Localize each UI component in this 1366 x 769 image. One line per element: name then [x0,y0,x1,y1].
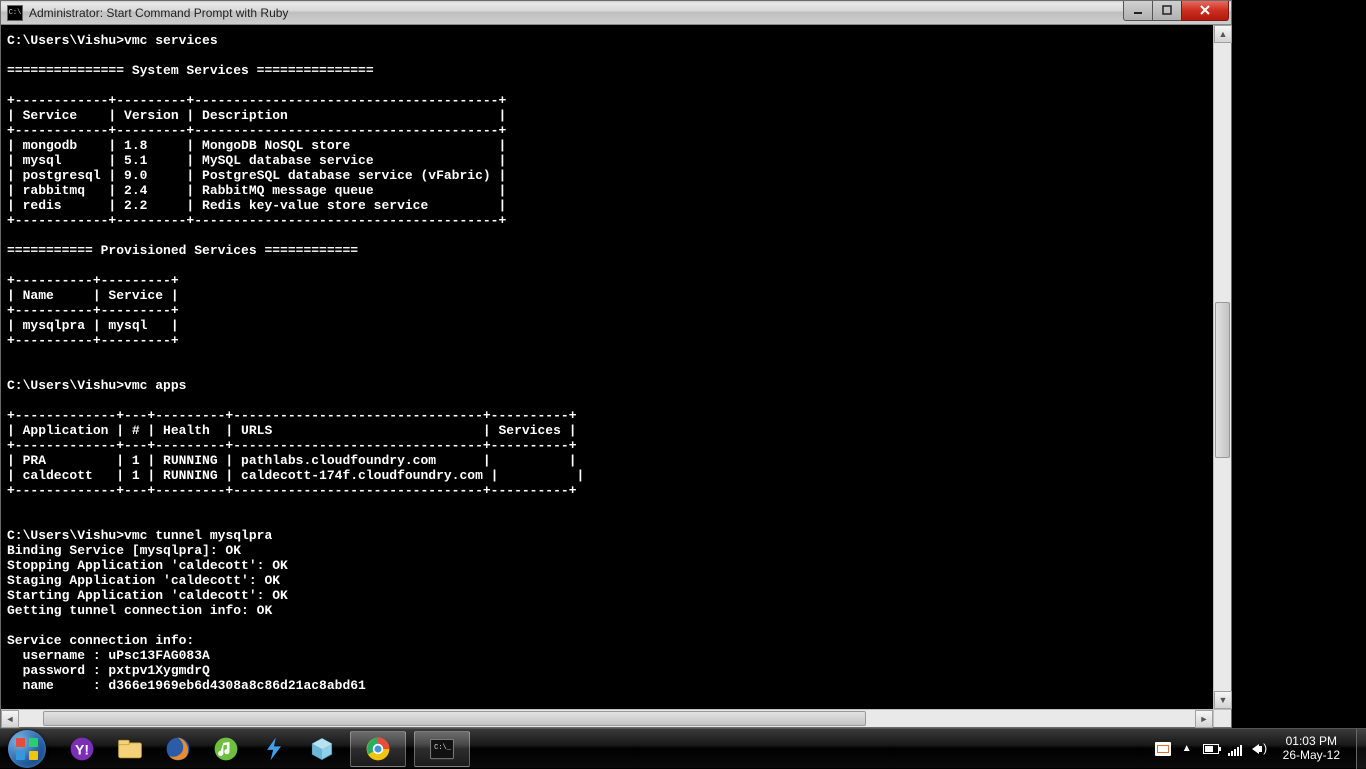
close-button[interactable] [1181,1,1229,21]
tray-clock[interactable]: 01:03 PM 26-May-12 [1275,735,1348,761]
taskbar-yahoo-icon[interactable]: Y! [62,731,102,767]
taskbar-cmd-icon[interactable]: C:\_ [414,731,470,767]
cmd-icon: C:\ [7,5,23,21]
scroll-up-button[interactable]: ▲ [1214,25,1232,43]
start-button[interactable] [0,730,54,768]
system-tray: ▲ 01:03 PM 26-May-12 [1155,729,1366,769]
console-area: C:\Users\Vishu>vmc services ============… [1,25,1231,727]
action-center-icon[interactable] [1155,741,1171,757]
vertical-scrollbar[interactable]: ▲ ▼ [1213,25,1231,709]
scroll-track-horizontal[interactable] [19,710,1195,727]
scroll-left-button[interactable]: ◄ [1,710,19,728]
window-controls [1124,1,1229,21]
console-output[interactable]: C:\Users\Vishu>vmc services ============… [1,25,1213,709]
battery-icon[interactable] [1203,741,1219,757]
tray-expand-icon[interactable]: ▲ [1179,741,1195,757]
taskbar-cube-icon[interactable] [302,731,342,767]
taskbar-music-icon[interactable] [206,731,246,767]
command-prompt-window: C:\ Administrator: Start Command Prompt … [0,0,1232,728]
taskbar: Y! C:\_ ▲ 01:03 PM 26-May-12 [0,728,1366,768]
windows-logo-icon [16,738,38,760]
svg-text:Y!: Y! [75,741,89,757]
scrollbar-corner [1213,709,1231,727]
minimize-button[interactable] [1123,1,1153,21]
taskbar-items: Y! C:\_ [62,731,470,767]
scroll-right-button[interactable]: ► [1195,710,1213,728]
taskbar-explorer-icon[interactable] [110,731,150,767]
svg-text:C:\_: C:\_ [434,744,452,752]
desktop: C:\ Administrator: Start Command Prompt … [0,0,1366,728]
taskbar-chrome-icon[interactable] [350,731,406,767]
window-titlebar[interactable]: C:\ Administrator: Start Command Prompt … [1,1,1231,25]
network-signal-icon[interactable] [1227,741,1243,757]
scroll-thumb-horizontal[interactable] [43,711,866,726]
window-title: Administrator: Start Command Prompt with… [29,6,288,20]
taskbar-firefox-icon[interactable] [158,731,198,767]
taskbar-lightning-icon[interactable] [254,731,294,767]
tray-date: 26-May-12 [1283,749,1340,762]
show-desktop-button[interactable] [1356,729,1366,769]
scroll-thumb-vertical[interactable] [1215,302,1230,458]
horizontal-scrollbar[interactable]: ◄ ► [1,709,1213,727]
scroll-down-button[interactable]: ▼ [1214,691,1232,709]
volume-icon[interactable] [1251,741,1267,757]
scroll-track-vertical[interactable] [1214,43,1231,691]
tray-time: 01:03 PM [1283,735,1340,748]
maximize-button[interactable] [1152,1,1182,21]
